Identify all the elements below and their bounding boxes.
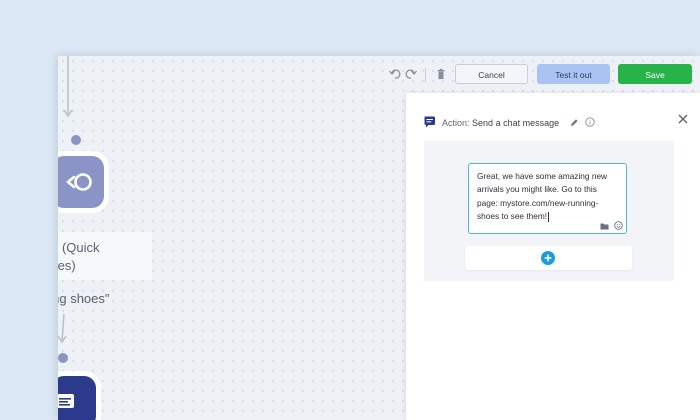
test-it-out-button[interactable]: Test it out [537, 64, 610, 84]
quick-replies-node[interactable] [58, 156, 104, 208]
node-label-line1: ssion (Quick [58, 240, 100, 255]
close-icon[interactable] [676, 112, 690, 126]
save-button[interactable]: Save [618, 64, 692, 84]
chat-bubble-icon [424, 116, 435, 128]
connector-dot-bottom[interactable] [58, 353, 68, 363]
action-panel: Action: Send a chat message Great, we ha… [406, 93, 700, 420]
flow-builder-window: ssion (Quick Replies) ning shoes" Cancel… [58, 56, 700, 420]
info-icon[interactable] [585, 117, 595, 127]
redo-icon[interactable] [404, 67, 418, 81]
chat-message-text: Great, we have some amazing new arrivals… [477, 171, 608, 222]
cancel-button[interactable]: Cancel [455, 64, 528, 84]
plus-icon [544, 254, 552, 262]
chat-message-input[interactable]: Great, we have some amazing new arrivals… [468, 163, 627, 234]
message-icons [600, 221, 623, 231]
trash-icon[interactable] [434, 67, 448, 81]
panel-header: Action: Send a chat message [424, 116, 595, 130]
chat-message-node[interactable] [58, 376, 96, 420]
message-content-area: Great, we have some amazing new arrivals… [424, 141, 674, 281]
emoji-icon[interactable] [614, 221, 623, 230]
panel-header-prefix: Action: [442, 118, 470, 128]
edit-pencil-icon[interactable] [570, 118, 579, 127]
quick-replies-node-label: ssion (Quick Replies) [58, 232, 152, 280]
node-label-line2: Replies) [58, 258, 76, 273]
connector-dot-top[interactable] [71, 135, 81, 145]
quick-replies-icon [65, 173, 92, 191]
edge-label: ning shoes" [58, 291, 110, 306]
undo-icon[interactable] [388, 67, 402, 81]
panel-header-title: Send a chat message [472, 118, 560, 128]
text-caret [548, 212, 550, 223]
toolbar-divider [425, 68, 426, 82]
add-content-button[interactable] [541, 251, 555, 265]
chat-message-icon [58, 394, 74, 408]
add-content-row[interactable] [465, 246, 632, 270]
flow-canvas[interactable]: ssion (Quick Replies) ning shoes" [58, 56, 408, 420]
folder-icon[interactable] [600, 222, 609, 230]
